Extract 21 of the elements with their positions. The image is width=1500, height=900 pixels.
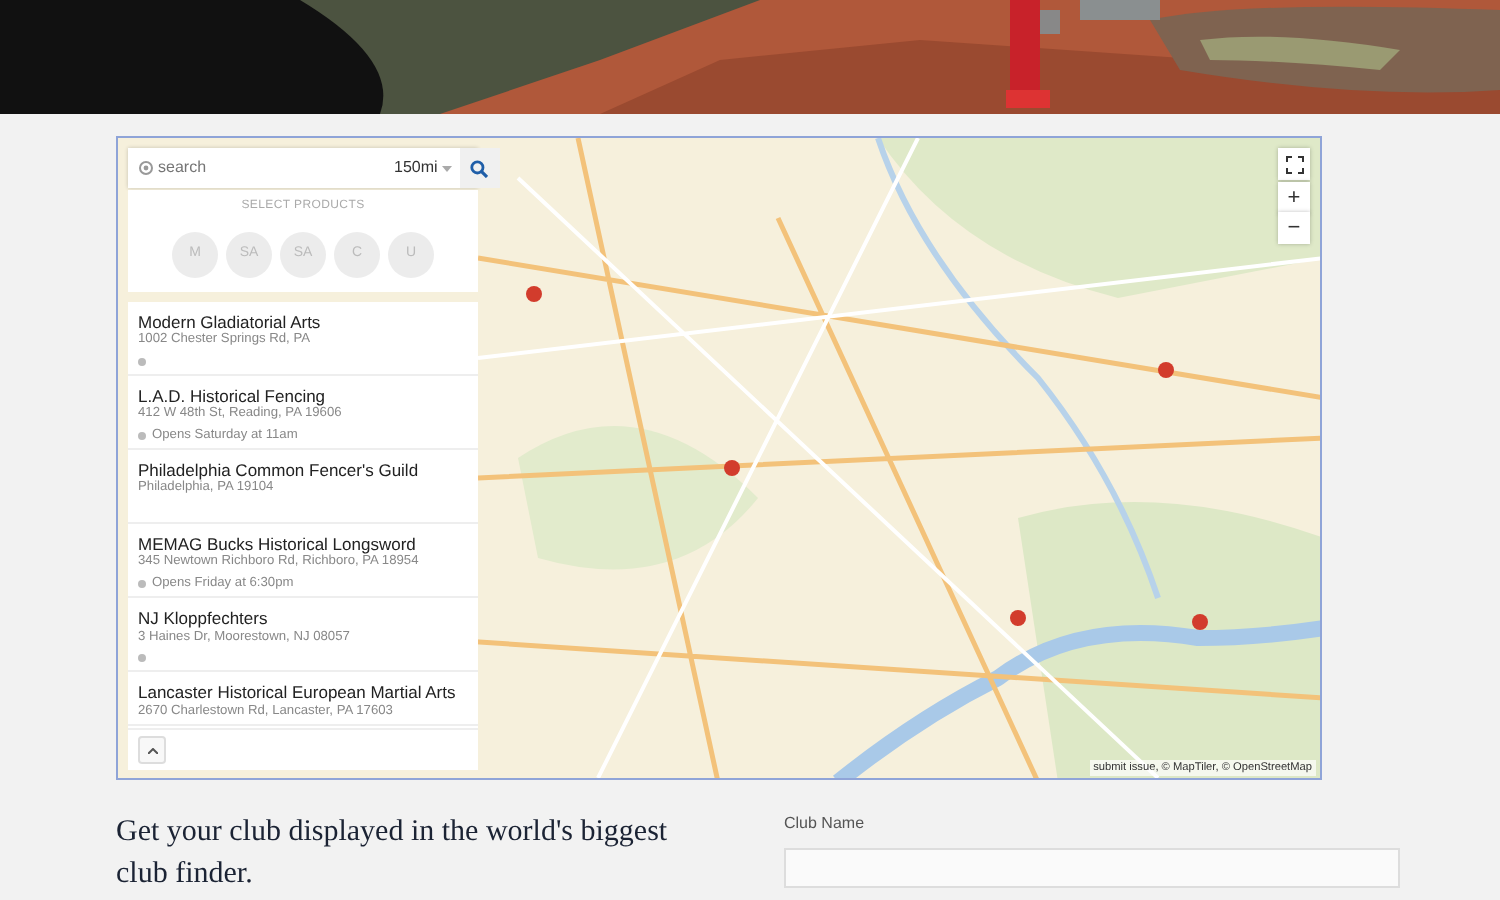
search-button[interactable] <box>459 148 500 188</box>
club-name: NJ Kloppfechters <box>138 608 270 630</box>
zoom-in-button[interactable]: + <box>1278 182 1310 214</box>
search-field[interactable]: search <box>128 148 382 188</box>
fullscreen-icon <box>1285 155 1303 173</box>
field-label: Club Name <box>784 812 867 836</box>
location-icon <box>138 160 154 176</box>
fullscreen-button[interactable] <box>1278 148 1310 180</box>
club-name-field[interactable] <box>784 848 1400 888</box>
club-name: Lancaster Historical European Martial Arts <box>138 682 458 704</box>
collapse-button[interactable] <box>138 736 166 764</box>
club-name: MEMAG Bucks Historical Longsword <box>138 534 416 555</box>
search-icon <box>470 159 489 177</box>
club-name: Philadelphia Common Fencer's Guild <box>138 460 421 481</box>
caret-icon <box>441 165 452 171</box>
caret-up-icon <box>147 747 157 753</box>
distance-dropdown[interactable]: 150mi <box>382 154 460 182</box>
zoom-out-button[interactable]: − <box>1278 212 1310 244</box>
signup-heading: Get your club displayed in the world's biggest club finder. <box>116 814 670 894</box>
club-name: Modern Gladiatorial Arts <box>138 312 323 332</box>
club-name: L.A.D. Historical Fencing <box>138 386 326 407</box>
